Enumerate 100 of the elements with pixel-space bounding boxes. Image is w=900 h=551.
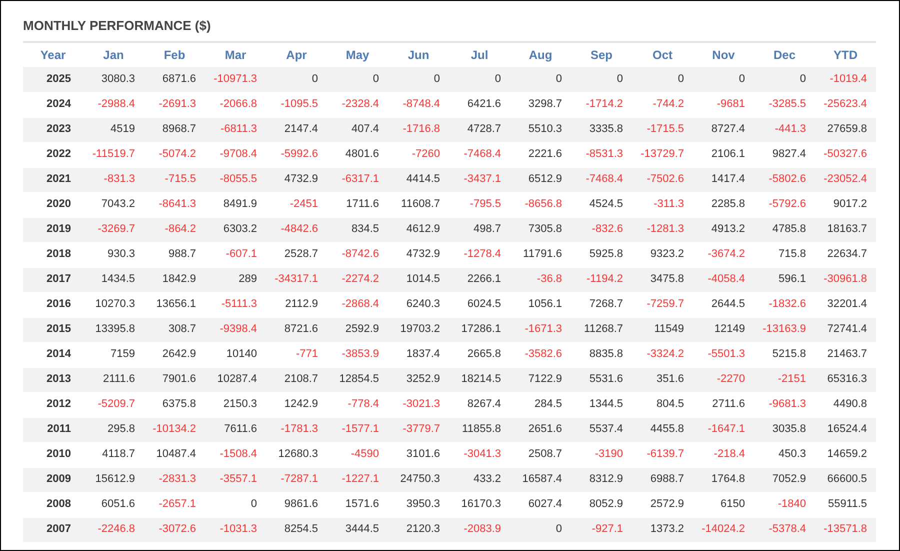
year-label: 2012 xyxy=(46,398,71,410)
value-cell: 4728.7 xyxy=(467,123,501,136)
column-header: Apr xyxy=(286,48,307,62)
value-cell: 32201.4 xyxy=(827,298,867,310)
value-cell: -1671.3 xyxy=(524,323,562,336)
value-cell: -1019.4 xyxy=(830,73,867,85)
value-cell: -441.3 xyxy=(774,123,806,136)
value-cell: 55911.5 xyxy=(828,498,867,510)
value-cell: -2988.4 xyxy=(98,98,135,110)
column-header: May xyxy=(346,48,370,62)
value-cell: -3437.1 xyxy=(464,173,501,186)
value-cell: -5501.3 xyxy=(708,348,745,360)
value-cell: 4455.8 xyxy=(650,423,684,436)
value-cell: 8491.9 xyxy=(223,198,257,210)
value-cell: -8748.4 xyxy=(402,98,440,110)
value-cell: -36.8 xyxy=(536,273,562,286)
value-cell: 9827.4 xyxy=(772,148,806,160)
value-cell: -8531.3 xyxy=(586,148,623,160)
value-cell: -1278.4 xyxy=(464,248,501,260)
value-cell: -7287.1 xyxy=(280,473,318,486)
value-cell: 6240.3 xyxy=(406,298,440,310)
column-header: Jul xyxy=(470,48,488,62)
value-cell: 10487.4 xyxy=(156,448,196,460)
value-cell: 18163.7 xyxy=(827,223,867,236)
value-cell: -311.3 xyxy=(654,198,684,210)
value-cell: 0 xyxy=(616,73,623,85)
value-cell: 2106.1 xyxy=(711,148,745,160)
value-cell: 6512.9 xyxy=(528,173,562,186)
value-cell: -2066.8 xyxy=(220,98,257,110)
value-cell: 0 xyxy=(494,73,501,85)
value-cell: 18214.5 xyxy=(461,373,501,386)
value-cell: 16524.4 xyxy=(827,423,867,436)
value-cell: 0 xyxy=(434,73,440,85)
column-header: Sep xyxy=(590,48,612,62)
value-cell: 4801.6 xyxy=(345,148,379,160)
value-cell: 2111.6 xyxy=(102,373,135,386)
value-cell: 1417.4 xyxy=(711,173,745,186)
value-cell: 3298.7 xyxy=(528,98,562,110)
value-cell: -1832.6 xyxy=(768,298,806,310)
value-cell: 7159 xyxy=(110,348,135,360)
value-cell: 3035.8 xyxy=(772,423,806,436)
value-cell: 9017.2 xyxy=(833,198,867,210)
value-cell: 6421.6 xyxy=(467,98,501,110)
value-cell: 7052.9 xyxy=(772,473,806,486)
value-cell: -7260 xyxy=(412,148,440,160)
value-cell: 1056.1 xyxy=(528,298,562,310)
value-cell: 2508.7 xyxy=(528,448,562,460)
value-cell: -1840 xyxy=(778,498,806,510)
value-cell: -832.6 xyxy=(592,223,623,236)
value-cell: -2831.3 xyxy=(158,473,196,486)
value-cell: -7259.7 xyxy=(646,298,684,310)
value-cell: 5215.8 xyxy=(772,348,806,360)
value-cell: 1344.5 xyxy=(589,398,623,410)
value-cell: -2868.4 xyxy=(342,298,379,310)
value-cell: 1242.9 xyxy=(284,398,318,410)
value-cell: -3021.3 xyxy=(402,398,440,410)
value-cell: -1647.1 xyxy=(708,423,745,436)
value-cell: 0 xyxy=(800,73,806,85)
value-cell: -2657.1 xyxy=(158,498,196,510)
value-cell: 2147.4 xyxy=(284,123,318,136)
value-cell: -13729.7 xyxy=(640,148,684,160)
value-cell: 3335.8 xyxy=(589,123,623,136)
value-cell: -3041.3 xyxy=(464,448,501,460)
value-cell: -2083.9 xyxy=(464,523,501,536)
value-cell: -3285.5 xyxy=(768,98,806,110)
value-cell: -2246.8 xyxy=(98,523,135,536)
value-cell: 804.5 xyxy=(656,398,684,410)
value-cell: -715.5 xyxy=(164,173,196,186)
value-cell: 4612.9 xyxy=(406,223,440,236)
value-cell: 7305.8 xyxy=(528,223,562,236)
value-cell: 5925.8 xyxy=(589,248,623,260)
value-cell: 1014.5 xyxy=(406,273,440,286)
value-cell: 13656.1 xyxy=(156,298,196,310)
value-cell: 289 xyxy=(238,273,257,286)
value-cell: 433.2 xyxy=(473,473,501,486)
value-cell: 8968.7 xyxy=(162,123,196,136)
value-cell: 0 xyxy=(678,73,684,85)
value-cell: 715.8 xyxy=(778,248,806,260)
value-cell: 22634.7 xyxy=(827,248,867,260)
value-cell: -7468.4 xyxy=(586,173,623,186)
value-cell: -9398.4 xyxy=(220,323,257,336)
value-cell: -2691.3 xyxy=(158,98,196,110)
value-cell: 4414.5 xyxy=(406,173,440,186)
value-cell: -5802.6 xyxy=(768,173,806,186)
year-label: 2017 xyxy=(46,273,71,286)
value-cell: -7502.6 xyxy=(646,173,684,186)
value-cell: -1714.2 xyxy=(586,98,623,110)
year-label: 2020 xyxy=(46,198,71,210)
year-label: 2023 xyxy=(46,123,71,136)
value-cell: 27659.8 xyxy=(827,123,867,136)
value-cell: -2270 xyxy=(716,373,745,386)
column-header: Aug xyxy=(528,48,552,62)
column-header: Jan xyxy=(103,48,124,62)
value-cell: 6303.2 xyxy=(223,223,257,236)
value-cell: 65316.3 xyxy=(827,373,867,386)
value-cell: 6150 xyxy=(720,498,745,510)
column-header: Dec xyxy=(773,48,796,62)
value-cell: -1715.5 xyxy=(646,123,684,136)
value-cell: -3324.2 xyxy=(646,348,684,360)
year-label: 2011 xyxy=(47,423,71,436)
